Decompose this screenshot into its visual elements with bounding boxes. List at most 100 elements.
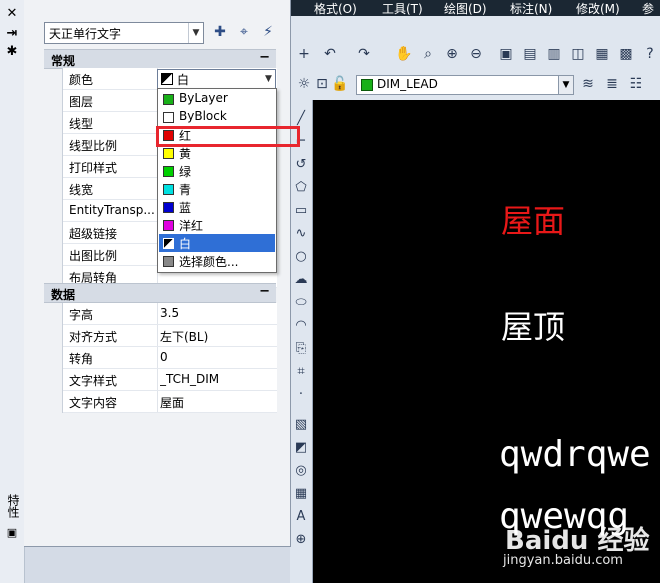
insert-block-icon[interactable]: ⎘ <box>293 340 309 358</box>
menu-tools[interactable]: 工具(T) <box>382 0 423 17</box>
tool-palette-icon[interactable]: ▥ <box>544 44 564 64</box>
canvas-text-qwdrqwe[interactable]: qwdrqwe <box>499 434 651 475</box>
redo-icon[interactable]: ↷ <box>354 44 374 64</box>
property-row-text-style[interactable]: 文字样式 _TCH_DIM <box>63 369 277 391</box>
table-icon[interactable]: ▦ <box>293 485 309 503</box>
property-key: 字高 <box>69 308 94 322</box>
menu-bar: 格式(O) 工具(T) 绘图(D) 标注(N) 修改(M) 参 <box>290 0 660 16</box>
color-option-green[interactable]: 绿 <box>159 162 275 180</box>
property-row-text-content[interactable]: 文字内容 屋面 <box>63 391 277 413</box>
zoom-previous-icon[interactable]: ⊖ <box>466 44 486 64</box>
color-swatch <box>163 94 174 105</box>
arc-icon[interactable]: ↺ <box>293 156 309 174</box>
rectangle-icon[interactable]: ▭ <box>293 202 309 220</box>
color-option-bylayer[interactable]: ByLayer <box>159 90 275 108</box>
property-row-alignment[interactable]: 对齐方式 左下(BL) <box>63 325 277 347</box>
chevron-down-icon[interactable]: ▼ <box>188 23 203 43</box>
property-row-rotation[interactable]: 转角 0 <box>63 347 277 369</box>
palette-footer-icon: ▣ <box>6 526 18 539</box>
sheet-set-icon[interactable]: ◫ <box>568 44 588 64</box>
autohide-icon[interactable]: ⇥ <box>4 26 20 41</box>
light-icon: ☼ <box>297 76 311 92</box>
layer-dropdown[interactable]: DIM_LEAD ▼ <box>356 75 574 95</box>
toggle-pickadd-icon[interactable]: ✚ <box>210 22 230 42</box>
menu-more[interactable]: 参 <box>642 0 654 17</box>
color-option-byblock[interactable]: ByBlock <box>159 108 275 126</box>
draw-toolbar: ╱ ⌐ ↺ ⬠ ▭ ∿ ○ ☁ ⬭ ◠ ⎘ ⌗ · ▧ ◩ ◎ ▦ A ⊕ <box>290 100 313 583</box>
section-title: 数据 <box>51 288 76 302</box>
property-key: 线型 <box>69 117 94 131</box>
layer-manager-icon[interactable]: ≋ <box>578 74 598 94</box>
undo-icon[interactable]: ↶ <box>320 44 340 64</box>
drawing-canvas[interactable]: 屋面 屋顶 qwdrqwe qwewqg Baidu 经验 jingyan.ba… <box>313 100 660 583</box>
menu-modify[interactable]: 修改(M) <box>576 0 620 17</box>
layer-state-icon: ⊡ <box>316 76 328 92</box>
make-block-icon[interactable]: ⌗ <box>293 363 309 381</box>
layer-states-icon[interactable]: ☷ <box>626 74 646 94</box>
layer-previous-icon[interactable]: ≣ <box>602 74 622 94</box>
color-option-cyan[interactable]: 青 <box>159 180 275 198</box>
color-option-select-color[interactable]: 选择颜色... <box>159 252 275 270</box>
select-objects-icon[interactable]: ⌖ <box>234 22 254 42</box>
quick-select-icon[interactable]: ⚡ <box>258 22 278 42</box>
color-select[interactable]: 白 ▼ <box>157 69 276 89</box>
point-icon[interactable]: · <box>293 386 309 404</box>
section-data-header[interactable]: 数据 − <box>44 283 276 303</box>
property-key: 转角 <box>69 352 94 366</box>
property-value[interactable]: 0 <box>160 350 274 364</box>
calculator-icon[interactable]: ▩ <box>616 44 636 64</box>
lock-icon: 🔓 <box>331 76 349 92</box>
revision-cloud-icon[interactable]: ☁ <box>293 271 309 289</box>
collapse-icon[interactable]: − <box>259 284 270 299</box>
palette-vertical-title: 特性 <box>6 494 20 518</box>
gradient-icon[interactable]: ◩ <box>293 439 309 457</box>
design-center-icon[interactable]: ▤ <box>520 44 540 64</box>
menu-draw[interactable]: 绘图(D) <box>444 0 487 17</box>
property-key: 文字样式 <box>69 374 118 388</box>
color-option-white[interactable]: 白 <box>159 234 275 252</box>
color-option-blue[interactable]: 蓝 <box>159 198 275 216</box>
property-row-text-height[interactable]: 字高 3.5 <box>63 303 277 325</box>
property-value[interactable]: 3.5 <box>160 306 274 320</box>
zoom-realtime-icon[interactable]: ⌕ <box>418 44 438 64</box>
color-option-magenta[interactable]: 洋红 <box>159 216 275 234</box>
ellipse-arc-icon[interactable]: ◠ <box>293 317 309 335</box>
canvas-text-white-roof[interactable]: 屋顶 <box>501 302 565 348</box>
hatch-icon[interactable]: ▧ <box>293 416 309 434</box>
property-key: 出图比例 <box>69 249 118 263</box>
color-select-value: 白 <box>177 73 190 87</box>
help-icon[interactable]: ? <box>640 44 660 64</box>
color-swatch <box>163 184 174 195</box>
canvas-text-red[interactable]: 屋面 <box>501 196 565 242</box>
add-selected-icon[interactable]: ⊕ <box>293 531 309 549</box>
chevron-down-icon[interactable]: ▼ <box>558 76 573 94</box>
properties-icon[interactable]: ▣ <box>496 44 516 64</box>
palette-dock-strip: ✕ ⇥ ✱ 特性 ▣ <box>0 0 25 583</box>
object-type-select[interactable]: 天正单行文字 ▼ <box>44 22 204 44</box>
collapse-icon[interactable]: − <box>259 50 270 65</box>
close-icon[interactable]: ✕ <box>4 6 20 21</box>
zoom-window-icon[interactable]: ⊕ <box>442 44 462 64</box>
property-value[interactable]: _TCH_DIM <box>160 372 274 386</box>
property-key: 对齐方式 <box>69 330 118 344</box>
properties-menu-icon[interactable]: ✱ <box>4 44 20 59</box>
ellipse-icon[interactable]: ⬭ <box>293 294 309 312</box>
circle-icon[interactable]: ○ <box>293 248 309 266</box>
menu-dimension[interactable]: 标注(N) <box>510 0 552 17</box>
mtext-icon[interactable]: A <box>293 508 309 526</box>
markup-icon[interactable]: ▦ <box>592 44 612 64</box>
spline-icon[interactable]: ∿ <box>293 225 309 243</box>
pan-icon[interactable]: ✋ <box>394 44 414 64</box>
color-swatch-white <box>161 73 173 85</box>
color-swatch <box>163 220 174 231</box>
polygon-icon[interactable]: ⬠ <box>293 179 309 197</box>
region-icon[interactable]: ◎ <box>293 462 309 480</box>
property-value[interactable]: 屋面 <box>160 394 274 411</box>
section-general-header[interactable]: 常规 − <box>44 49 276 69</box>
add-icon[interactable]: + <box>294 44 314 64</box>
menu-format[interactable]: 格式(O) <box>314 0 357 17</box>
chevron-down-icon[interactable]: ▼ <box>262 70 275 88</box>
color-swatch <box>163 166 174 177</box>
property-value[interactable]: 左下(BL) <box>160 328 274 345</box>
property-key: 图层 <box>69 95 94 109</box>
